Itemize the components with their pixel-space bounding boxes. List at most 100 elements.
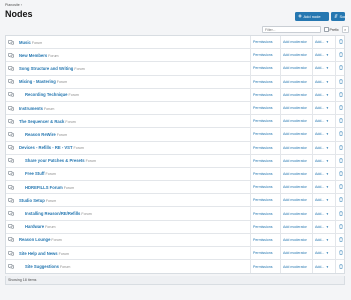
node-title-link[interactable]: Reason ReWireForum [25,132,67,137]
permissions-link[interactable]: Permissions [250,154,280,167]
add-node-button[interactable]: Add node [295,12,329,21]
node-title-link[interactable]: HardwareForum [25,224,55,229]
add-moderator-link[interactable]: Add moderator [280,167,312,181]
node-title-link[interactable]: New MembersForum [19,53,59,58]
prefix-checkbox[interactable]: Prefix [324,26,339,33]
add-moderator-link[interactable]: Add moderator [280,36,312,49]
delete-button[interactable] [335,220,346,233]
add-moderator-link[interactable]: Add moderator [280,154,312,167]
node-title-link[interactable]: Studio SetupForum [19,198,56,203]
permissions-link[interactable]: Permissions [250,128,280,141]
add-dropdown[interactable]: Add... ▼ [312,207,335,220]
add-dropdown[interactable]: Add... ▼ [312,62,335,75]
prefix-checkbox-box[interactable] [324,27,329,32]
add-dropdown[interactable]: Add... ▼ [312,141,335,154]
add-moderator-link[interactable]: Add moderator [280,101,312,115]
delete-button[interactable] [335,88,346,101]
add-dropdown[interactable]: Add... ▼ [312,101,335,115]
delete-button[interactable] [335,260,346,274]
node-title-link[interactable]: HDREFILLS ForumForum [25,185,74,190]
node-title-link[interactable]: The Sequencer & RackForum [19,119,76,124]
delete-button[interactable] [335,141,346,154]
add-dropdown[interactable]: Add... ▼ [312,49,335,62]
node-title-link[interactable]: MusicForum [19,40,42,45]
permissions-link[interactable]: Permissions [250,115,280,128]
node-title-link[interactable]: InstrumentsForum [19,106,54,111]
chevron-down-icon: ▼ [325,53,329,58]
permissions-link[interactable]: Permissions [250,101,280,115]
add-moderator-link[interactable]: Add moderator [280,75,312,88]
permissions-link[interactable]: Permissions [250,62,280,75]
add-moderator-link[interactable]: Add moderator [280,260,312,274]
delete-button[interactable] [335,128,346,141]
add-moderator-link[interactable]: Add moderator [280,220,312,233]
permissions-link[interactable]: Permissions [250,194,280,207]
sort-button[interactable]: Sort [331,12,347,21]
node-title-link[interactable]: Site Help and NewsForum [19,251,69,256]
permissions-link[interactable]: Permissions [250,260,280,274]
delete-button[interactable] [335,167,346,181]
node-title-link[interactable]: Site SuggestionsForum [25,264,70,269]
permissions-link[interactable]: Permissions [250,181,280,194]
node-title-link[interactable]: Song Structure and WritingForum [19,66,85,71]
permissions-link[interactable]: Permissions [250,75,280,88]
clear-filter-button[interactable]: × [341,26,349,33]
add-moderator-link[interactable]: Add moderator [280,49,312,62]
permissions-link[interactable]: Permissions [250,220,280,233]
permissions-link[interactable]: Permissions [250,141,280,154]
add-dropdown[interactable]: Add... ▼ [312,88,335,101]
node-title-link[interactable]: Mixing - MasteringForum [19,79,67,84]
permissions-link[interactable]: Permissions [250,49,280,62]
add-dropdown[interactable]: Add... ▼ [312,128,335,141]
delete-button[interactable] [335,49,346,62]
node-title-link[interactable]: Share your Patches & PresetsForum [25,158,96,163]
add-dropdown[interactable]: Add... ▼ [312,115,335,128]
add-dropdown[interactable]: Add... ▼ [312,36,335,49]
delete-button[interactable] [335,207,346,220]
add-dropdown[interactable]: Add... ▼ [312,233,335,246]
delete-button[interactable] [335,62,346,75]
add-moderator-link[interactable]: Add moderator [280,141,312,154]
delete-button[interactable] [335,36,346,49]
add-dropdown[interactable]: Add... ▼ [312,220,335,233]
add-dropdown[interactable]: Add... ▼ [312,260,335,274]
permissions-link[interactable]: Permissions [250,247,280,260]
add-dropdown[interactable]: Add... ▼ [312,247,335,260]
node-title-link[interactable]: Devices - Refills - RE - VSTForum [19,145,84,150]
permissions-link[interactable]: Permissions [250,167,280,181]
permissions-link[interactable]: Permissions [250,36,280,49]
breadcrumb[interactable]: Pianosite › [5,3,22,7]
delete-button[interactable] [335,75,346,88]
add-moderator-link[interactable]: Add moderator [280,247,312,260]
add-moderator-link[interactable]: Add moderator [280,233,312,246]
delete-button[interactable] [335,233,346,246]
filter-input[interactable] [262,26,321,33]
node-title-link[interactable]: Recording TechniqueForum [25,92,79,97]
node-title-link[interactable]: Reason LoungeForum [19,237,62,242]
add-moderator-link[interactable]: Add moderator [280,128,312,141]
delete-button[interactable] [335,247,346,260]
add-dropdown[interactable]: Add... ▼ [312,75,335,88]
node-title-link[interactable]: Installing Reason/RE/RefillsForum [25,211,92,216]
add-dropdown[interactable]: Add... ▼ [312,194,335,207]
add-moderator-link[interactable]: Add moderator [280,88,312,101]
delete-button[interactable] [335,154,346,167]
add-dropdown[interactable]: Add... ▼ [312,167,335,181]
add-moderator-link[interactable]: Add moderator [280,207,312,220]
permissions-link[interactable]: Permissions [250,207,280,220]
delete-button[interactable] [335,101,346,115]
permissions-link[interactable]: Permissions [250,233,280,246]
add-moderator-link[interactable]: Add moderator [280,115,312,128]
delete-button[interactable] [335,115,346,128]
trash-icon [339,131,343,137]
add-dropdown[interactable]: Add... ▼ [312,181,335,194]
delete-button[interactable] [335,194,346,207]
node-title-link[interactable]: Free StuffForum [25,171,56,176]
add-moderator-link[interactable]: Add moderator [280,62,312,75]
delete-button[interactable] [335,181,346,194]
chevron-down-icon: ▼ [325,40,329,45]
add-moderator-link[interactable]: Add moderator [280,194,312,207]
add-dropdown[interactable]: Add... ▼ [312,154,335,167]
permissions-link[interactable]: Permissions [250,88,280,101]
add-moderator-link[interactable]: Add moderator [280,181,312,194]
